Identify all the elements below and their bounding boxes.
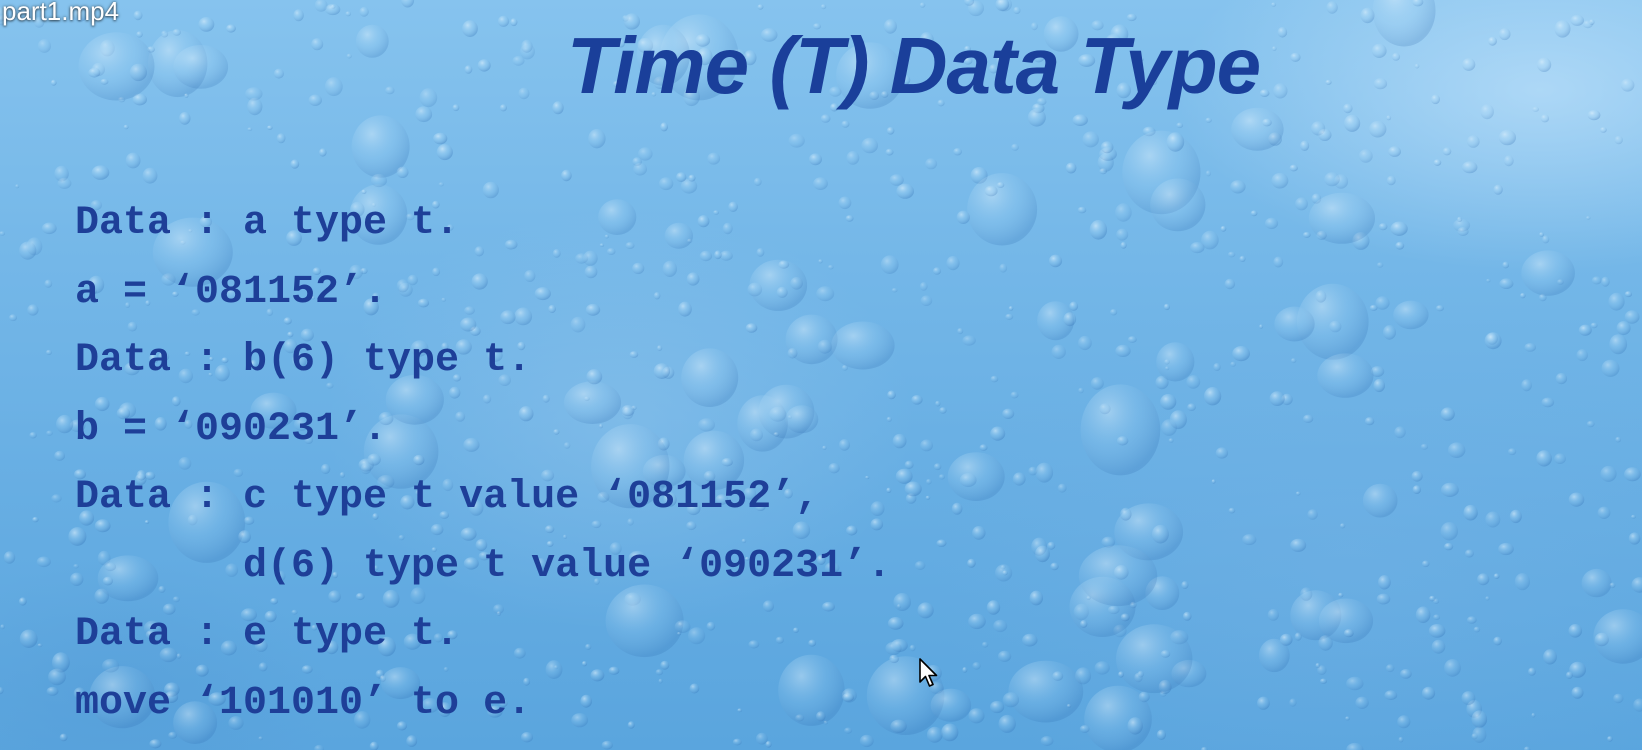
mouse-pointer-icon xyxy=(919,658,938,687)
code-line-2: a = ‘081152’. xyxy=(75,269,388,315)
video-frame[interactable]: part1.mp4 Time (T) Data Type Data : a ty… xyxy=(0,0,1642,750)
slide-title: Time (T) Data Type xyxy=(566,21,1261,110)
code-block: Data : a type t. a = ‘081152’. Data : b(… xyxy=(75,200,891,748)
code-line-7: Data : e type t. xyxy=(75,612,460,657)
code-line-8: move ‘101010’ to e. xyxy=(75,680,532,726)
code-line-4: b = ‘090231’. xyxy=(75,406,388,452)
code-line-3: Data : b(6) type t. xyxy=(75,338,532,383)
code-line-5: Data : c type t value ‘081152’, xyxy=(75,475,820,520)
code-line-6: d(6) type t value ‘090231’. xyxy=(75,543,892,589)
code-line-1: Data : a type t. xyxy=(75,201,460,246)
